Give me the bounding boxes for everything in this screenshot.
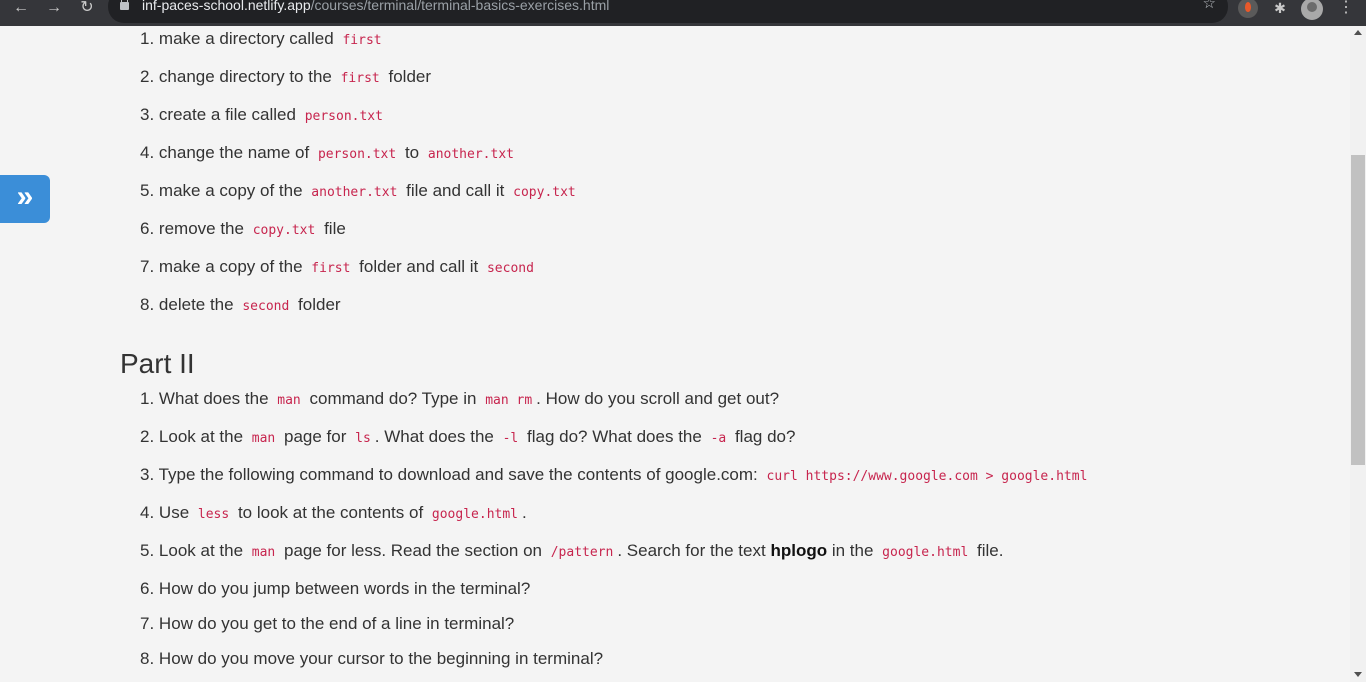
code-snippet: man rm bbox=[485, 393, 533, 408]
browser-toolbar: ← → ↻ inf-paces-school.netlify.app/cours… bbox=[0, 0, 1366, 26]
scroll-up-arrow-icon[interactable] bbox=[1354, 30, 1362, 35]
code-snippet: curl https://www.google.com > google.htm… bbox=[766, 469, 1088, 484]
list-item: 1. make a directory called first bbox=[140, 28, 386, 52]
lock-icon bbox=[120, 0, 129, 10]
extensions-puzzle-icon[interactable]: ✱ bbox=[1270, 0, 1290, 20]
profile-avatar[interactable] bbox=[1301, 0, 1323, 20]
list-item: 7. make a copy of the first folder and c… bbox=[140, 256, 538, 280]
code-snippet: first bbox=[311, 261, 351, 276]
code-snippet: copy.txt bbox=[513, 185, 576, 200]
code-snippet: google.html bbox=[431, 507, 518, 522]
code-snippet: second bbox=[486, 261, 534, 276]
list-item: 5. Look at the man page for less. Read t… bbox=[140, 541, 1004, 560]
code-snippet: google.html bbox=[882, 545, 969, 560]
code-snippet: -l bbox=[502, 431, 519, 446]
forward-icon[interactable]: → bbox=[43, 0, 65, 22]
code-snippet: man bbox=[277, 393, 301, 408]
list-item: 2. change directory to the first folder bbox=[140, 67, 432, 86]
code-snippet: /pattern bbox=[550, 545, 614, 560]
emphasized-text: hplogo bbox=[770, 541, 828, 560]
list-item: 2. Look at the man page for ls. What doe… bbox=[140, 427, 796, 446]
scroll-down-arrow-icon[interactable] bbox=[1354, 672, 1362, 677]
code-snippet: person.txt bbox=[304, 109, 383, 124]
list-item: 8. How do you move your cursor to the be… bbox=[140, 649, 604, 668]
extension-icon[interactable] bbox=[1238, 0, 1258, 18]
code-snippet: -a bbox=[710, 431, 727, 446]
list-item: 6. remove the copy.txt file bbox=[140, 219, 346, 238]
url-path: /courses/terminal/terminal-basics-exerci… bbox=[310, 0, 610, 13]
reload-icon[interactable]: ↻ bbox=[76, 0, 98, 22]
address-bar[interactable]: inf-paces-school.netlify.app/courses/ter… bbox=[108, 0, 1228, 23]
list-item: 1. What does the man command do? Type in… bbox=[140, 389, 780, 408]
list-item: 5. make a copy of the another.txt file a… bbox=[140, 180, 580, 204]
list-item: 8. delete the second folder bbox=[140, 295, 341, 314]
code-snippet: ls bbox=[355, 431, 371, 446]
list-item: 6. How do you jump between words in the … bbox=[140, 579, 531, 598]
code-snippet: person.txt bbox=[317, 147, 397, 162]
code-snippet: second bbox=[242, 299, 290, 314]
code-snippet: copy.txt bbox=[252, 223, 316, 238]
list-item: 4. change the name of person.txt to anot… bbox=[140, 142, 518, 166]
code-snippet: man bbox=[251, 431, 276, 446]
list-item: 3. Type the following command to downloa… bbox=[140, 464, 1091, 488]
menu-icon[interactable]: ⋮ bbox=[1338, 0, 1354, 20]
code-snippet: less bbox=[197, 507, 230, 522]
list-item: 3. create a file called person.txt bbox=[140, 104, 387, 128]
list-item: 7. How do you get to the end of a line i… bbox=[140, 614, 515, 633]
url-text[interactable]: inf-paces-school.netlify.app/courses/ter… bbox=[142, 0, 609, 14]
code-snippet: man bbox=[251, 545, 276, 560]
list-item: 4. Use less to look at the contents of g… bbox=[140, 503, 527, 522]
section-heading: Part II bbox=[120, 348, 195, 379]
sidebar-toggle-button[interactable]: » bbox=[0, 175, 50, 223]
scrollbar-thumb[interactable] bbox=[1351, 155, 1365, 465]
back-icon[interactable]: ← bbox=[10, 0, 32, 22]
code-snippet: another.txt bbox=[427, 147, 514, 162]
double-chevron-right-icon: » bbox=[16, 180, 34, 213]
code-snippet: first bbox=[340, 71, 380, 86]
url-host: inf-paces-school.netlify.app bbox=[142, 0, 311, 13]
code-snippet: first bbox=[342, 33, 382, 48]
bookmark-star-icon[interactable]: ☆ bbox=[1203, 0, 1216, 12]
code-snippet: another.txt bbox=[311, 185, 398, 200]
